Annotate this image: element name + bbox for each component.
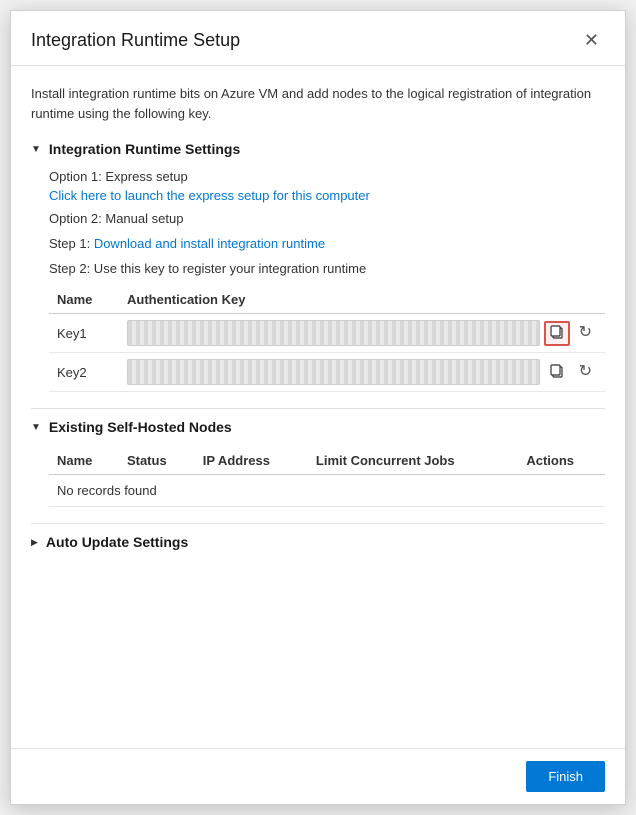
auto-update-section-header[interactable]: ▶ Auto Update Settings: [31, 534, 605, 550]
key1-row: Key1: [49, 314, 605, 353]
key2-refresh-button[interactable]: ↻: [574, 361, 597, 383]
col-auth-key-header: Authentication Key: [119, 286, 605, 314]
option1-label: Option 1: Express setup: [49, 169, 605, 184]
integration-runtime-setup-dialog: Integration Runtime Setup ✕ Install inte…: [10, 10, 626, 805]
key1-masked-value: [127, 320, 540, 346]
auto-update-section: ▶ Auto Update Settings: [31, 534, 605, 550]
key1-copy-button[interactable]: [544, 321, 570, 346]
copy-icon-2: [549, 363, 565, 379]
intro-text: Install integration runtime bits on Azur…: [31, 84, 605, 123]
col-name-header: Name: [49, 286, 119, 314]
copy-icon: [549, 324, 565, 340]
step2-text: Step 2: Use this key to register your in…: [49, 261, 605, 276]
nodes-table: Name Status IP Address Limit Concurrent …: [49, 447, 605, 507]
divider-1: [31, 408, 605, 409]
dialog-header: Integration Runtime Setup ✕: [11, 11, 625, 66]
dialog-title: Integration Runtime Setup: [31, 30, 240, 51]
auto-update-triangle: ▶: [31, 537, 38, 548]
refresh-icon: ↻: [579, 324, 592, 341]
divider-2: [31, 523, 605, 524]
step1-prefix: Step 1:: [49, 236, 94, 251]
key2-value-cell: ↻: [127, 359, 597, 385]
runtime-settings-title: Integration Runtime Settings: [49, 141, 240, 157]
runtime-settings-triangle: ▼: [31, 144, 41, 155]
download-link[interactable]: Download and install integration runtime: [94, 236, 325, 251]
key2-row: Key2: [49, 353, 605, 392]
close-button[interactable]: ✕: [578, 29, 605, 51]
nodes-section-title: Existing Self-Hosted Nodes: [49, 419, 232, 435]
key2-copy-button[interactable]: [544, 360, 570, 385]
step1-text: Step 1: Download and install integration…: [49, 236, 605, 251]
key2-masked-value: [127, 359, 540, 385]
auto-update-title: Auto Update Settings: [46, 534, 188, 550]
nodes-col-ip: IP Address: [195, 447, 308, 475]
finish-button[interactable]: Finish: [526, 761, 605, 792]
nodes-section-content: Name Status IP Address Limit Concurrent …: [31, 447, 605, 507]
key1-value-cell: ↻: [127, 320, 597, 346]
dialog-footer: Finish: [11, 748, 625, 804]
runtime-settings-section-header[interactable]: ▼ Integration Runtime Settings: [31, 141, 605, 157]
nodes-col-actions: Actions: [518, 447, 605, 475]
no-records-text: No records found: [49, 475, 605, 507]
nodes-col-status: Status: [119, 447, 195, 475]
key1-name: Key1: [57, 326, 87, 341]
option2-label: Option 2: Manual setup: [49, 211, 605, 226]
refresh-icon-2: ↻: [579, 363, 592, 380]
dialog-body: Install integration runtime bits on Azur…: [11, 66, 625, 748]
express-setup-link[interactable]: Click here to launch the express setup f…: [49, 188, 370, 203]
nodes-col-name: Name: [49, 447, 119, 475]
nodes-section-header[interactable]: ▼ Existing Self-Hosted Nodes: [31, 419, 605, 435]
nodes-triangle: ▼: [31, 422, 41, 433]
runtime-settings-content: Option 1: Express setup Click here to la…: [31, 169, 605, 392]
nodes-col-limit: Limit Concurrent Jobs: [308, 447, 518, 475]
key1-refresh-button[interactable]: ↻: [574, 322, 597, 344]
no-records-row: No records found: [49, 475, 605, 507]
keys-table: Name Authentication Key Key1: [49, 286, 605, 392]
key2-name: Key2: [57, 365, 87, 380]
